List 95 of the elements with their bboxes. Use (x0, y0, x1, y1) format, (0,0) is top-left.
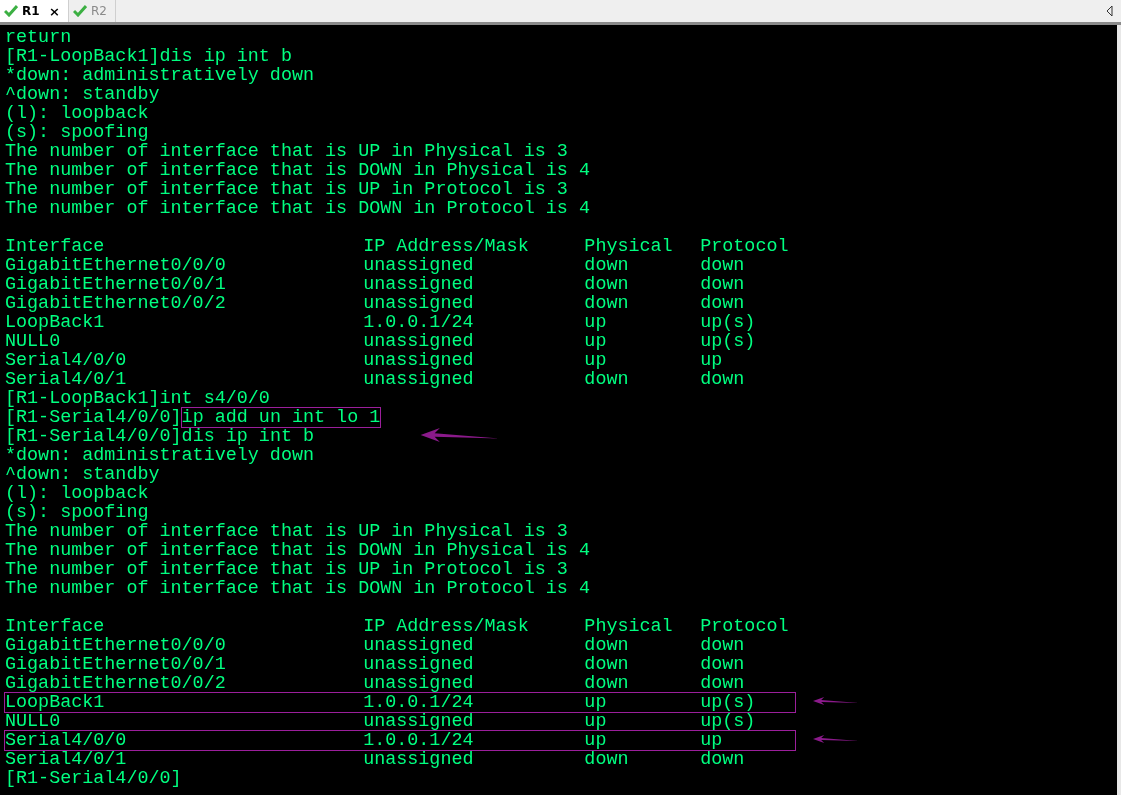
table-cell-text: unassigned (363, 674, 475, 693)
table-cell-text: unassigned (363, 294, 475, 313)
command-text: ip add un int lo 1 (180, 407, 382, 428)
table-cell-text: up (584, 693, 608, 712)
table-cell-text: down (584, 636, 630, 655)
table-cell-text: down (584, 655, 630, 674)
prompt-text: [R1-Serial4/0/0] (5, 769, 182, 788)
table-cell-text: NULL0 (5, 332, 62, 351)
table-cell-text: down (700, 275, 746, 294)
table-cell-text: unassigned (363, 655, 475, 674)
check-icon (4, 5, 18, 17)
table-cell-text: GigabitEthernet0/0/2 (5, 674, 227, 693)
table-cell-text: up (700, 351, 724, 370)
terminal-line: *down: administratively down (5, 446, 314, 465)
column-header: IP Address/Mask (363, 617, 530, 636)
table-cell-text: unassigned (363, 370, 475, 389)
column-header: Protocol (700, 237, 790, 256)
check-icon (73, 5, 87, 17)
table-cell-text: down (700, 636, 746, 655)
table-cell-text: down (584, 275, 630, 294)
table-cell-text: Serial4/0/1 (5, 370, 128, 389)
scrollbar[interactable] (1117, 25, 1121, 795)
column-header: Physical (584, 237, 674, 256)
terminal-line: return (5, 28, 72, 47)
table-cell-text: up (584, 731, 608, 750)
table-cell-text: 1.0.0.1/24 (363, 313, 475, 332)
terminal-line: The number of interface that is DOWN in Protocol is 4 (5, 579, 590, 598)
terminal-line: (s): spoofing (5, 123, 149, 142)
command-text: int s4/0/0 (159, 388, 271, 409)
close-icon[interactable]: × (49, 3, 60, 19)
table-cell-text: LoopBack1 (5, 313, 106, 332)
terminal-line: (l): loopback (5, 104, 149, 123)
table-cell-text: Serial4/0/1 (5, 750, 128, 769)
table-cell-text: NULL0 (5, 712, 62, 731)
prompt-text: [R1-Serial4/0/0] (5, 427, 182, 446)
table-cell-text: unassigned (363, 636, 475, 655)
terminal-line: ^down: standby (5, 465, 160, 484)
table-cell-text: down (584, 294, 630, 313)
table-cell-text: Serial4/0/0 (5, 351, 128, 370)
table-cell-text: down (700, 655, 746, 674)
table-cell-text: down (700, 750, 746, 769)
column-header: IP Address/Mask (363, 237, 530, 256)
table-cell-text: up(s) (700, 712, 757, 731)
table-cell-text: down (700, 370, 746, 389)
column-header: Physical (584, 617, 674, 636)
terminal-line: The number of interface that is DOWN in Physical is 4 (5, 541, 590, 560)
table-cell-text: LoopBack1 (5, 693, 106, 712)
terminal-line: *down: administratively down (5, 66, 314, 85)
table-cell-text: down (700, 674, 746, 693)
table-cell-text: GigabitEthernet0/0/1 (5, 655, 227, 674)
table-cell-text: 1.0.0.1/24 (363, 693, 475, 712)
prompt-text: [R1-LoopBack1] (5, 389, 160, 408)
table-cell-text: up (584, 313, 608, 332)
table-cell-text: down (584, 256, 630, 275)
table-cell-text: down (584, 370, 630, 389)
scroll-left-icon[interactable] (1106, 5, 1113, 17)
table-cell-text: up(s) (700, 313, 757, 332)
terminal-line: The number of interface that is UP in Protocol is 3 (5, 560, 568, 579)
table-cell-text: down (584, 674, 630, 693)
terminal-line: The number of interface that is UP in Physical is 3 (5, 142, 568, 161)
command-text: dis ip int b (181, 426, 316, 447)
table-cell-text: up(s) (700, 693, 757, 712)
table-cell-text: unassigned (363, 275, 475, 294)
table-cell-text: unassigned (363, 712, 475, 731)
table-cell-text: up (584, 332, 608, 351)
table-cell-text: unassigned (363, 750, 475, 769)
column-header: Interface (5, 237, 106, 256)
terminal-line: The number of interface that is DOWN in Protocol is 4 (5, 199, 590, 218)
table-cell-text: 1.0.0.1/24 (363, 731, 475, 750)
table-cell-text: unassigned (363, 332, 475, 351)
table-cell-text: GigabitEthernet0/0/1 (5, 275, 227, 294)
column-header: Protocol (700, 617, 790, 636)
command-text: dis ip int b (159, 46, 293, 67)
terminal-line: The number of interface that is UP in Protocol is 3 (5, 180, 568, 199)
tab[interactable]: R1 × (0, 0, 69, 22)
table-cell-text: GigabitEthernet0/0/2 (5, 294, 227, 313)
table-cell-text: unassigned (363, 351, 475, 370)
table-cell-text: unassigned (363, 256, 475, 275)
table-cell-text: down (584, 750, 630, 769)
table-cell-text: down (700, 294, 746, 313)
prompt-text: [R1-LoopBack1] (5, 47, 160, 66)
terminal-line: The number of interface that is UP in Physical is 3 (5, 522, 568, 541)
table-cell-text: GigabitEthernet0/0/0 (5, 636, 227, 655)
table-cell-text: GigabitEthernet0/0/0 (5, 256, 227, 275)
terminal-line: (l): loopback (5, 484, 149, 503)
table-cell-text: up (584, 351, 608, 370)
table-cell-text: down (700, 256, 746, 275)
table-cell-text: up (700, 731, 724, 750)
table-cell-text: up(s) (700, 332, 757, 351)
terminal-line: (s): spoofing (5, 503, 149, 522)
terminal-line: The number of interface that is DOWN in Physical is 4 (5, 161, 590, 180)
table-cell-text: up (584, 712, 608, 731)
terminal-line: ^down: standby (5, 85, 160, 104)
table-cell-text: Serial4/0/0 (5, 731, 128, 750)
column-header: Interface (5, 617, 106, 636)
